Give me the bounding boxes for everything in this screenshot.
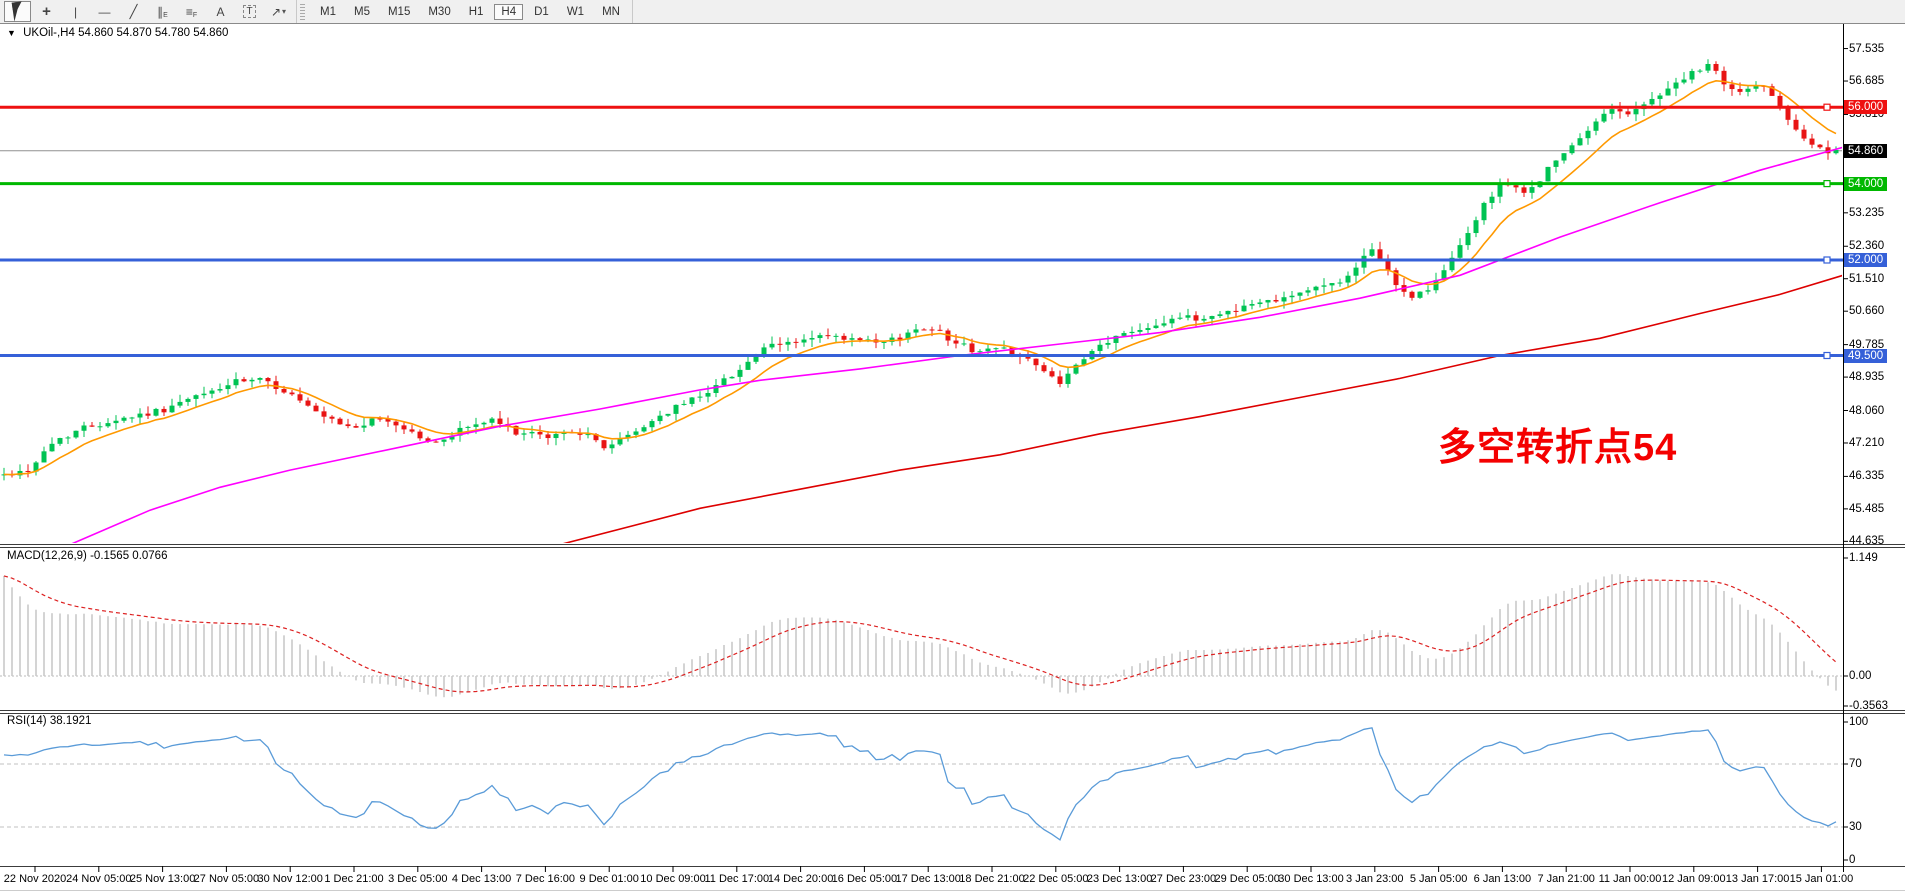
price-axis-label: 45.485 [1849, 503, 1884, 515]
date-axis-label: 9 Dec 01:00 [580, 873, 639, 885]
date-axis-label: 5 Jan 05:00 [1410, 873, 1468, 885]
date-axis-label: 27 Dec 23:00 [1151, 873, 1216, 885]
date-axis-label: 10 Dec 09:00 [640, 873, 705, 885]
rsi-value: 38.1921 [50, 715, 92, 727]
date-axis-label: 4 Dec 13:00 [452, 873, 511, 885]
rsi-axis-label: 70 [1849, 758, 1862, 770]
date-axis-label: 14 Dec 20:00 [768, 873, 833, 885]
macd-values: -0.1565 0.0766 [90, 550, 167, 562]
date-axis-label: 30 Dec 13:00 [1278, 873, 1343, 885]
price-axis-label: 44.635 [1849, 535, 1884, 547]
price-level-badge: 56.000 [1844, 100, 1887, 114]
macd-axis-label: -0.3563 [1849, 700, 1888, 712]
date-axis-label: 12 Jan 09:00 [1662, 873, 1726, 885]
price-axis-label: 47.210 [1849, 437, 1884, 449]
date-axis-label: 11 Dec 17:00 [704, 873, 769, 885]
price-axis-label: 52.360 [1849, 240, 1884, 252]
date-axis-label: 16 Dec 05:00 [832, 873, 897, 885]
price-level-badge: 52.000 [1844, 253, 1887, 267]
date-axis-label: 18 Dec 21:00 [959, 873, 1024, 885]
date-axis-label: 3 Dec 05:00 [388, 873, 447, 885]
chart-symbol-title: ▼ UKOil-,H4 54.860 54.870 54.780 54.860 [7, 27, 228, 39]
symbol-quotes: 54.860 54.870 54.780 54.860 [78, 27, 228, 39]
date-axis-label: 7 Jan 21:00 [1537, 873, 1595, 885]
trading-app-window: { "ui": { "toolbar": { "tools": [ {"name… [0, 0, 1905, 894]
date-axis-label: 7 Dec 16:00 [516, 873, 575, 885]
chart-text-annotation: 多空转折点54 [1438, 416, 1677, 471]
date-axis-label: 29 Dec 05:00 [1214, 873, 1279, 885]
rsi-indicator-label: RSI(14) 38.1921 [7, 715, 91, 727]
price-axis-label: 56.685 [1849, 75, 1884, 87]
date-axis-label: 13 Jan 17:00 [1726, 873, 1790, 885]
date-axis-label: 25 Nov 13:00 [130, 873, 195, 885]
date-axis-label: 3 Jan 23:00 [1346, 873, 1404, 885]
date-axis-label: 1 Dec 21:00 [324, 873, 383, 885]
symbol-name: UKOil-,H4 [23, 27, 75, 39]
price-level-badge: 49.500 [1844, 349, 1887, 363]
rsi-axis-label: 100 [1849, 716, 1868, 728]
macd-indicator-label: MACD(12,26,9) -0.1565 0.0766 [7, 550, 167, 562]
price-axis-label: 46.335 [1849, 470, 1884, 482]
rsi-axis-label: 30 [1849, 821, 1862, 833]
macd-axis-label: 1.149 [1849, 552, 1878, 564]
macd-name: MACD(12,26,9) [7, 550, 87, 562]
price-axis-label: 51.510 [1849, 273, 1884, 285]
price-axis-label: 48.060 [1849, 405, 1884, 417]
date-axis-label: 22 Nov 2020 [4, 873, 66, 885]
date-axis-label: 22 Dec 05:00 [1023, 873, 1088, 885]
date-axis-label: 30 Nov 12:00 [257, 873, 322, 885]
price-axis-label: 57.535 [1849, 43, 1884, 55]
price-axis-label: 48.935 [1849, 371, 1884, 383]
date-axis-label: 11 Jan 00:00 [1599, 873, 1662, 885]
date-axis-label: 17 Dec 13:00 [895, 873, 960, 885]
current-price-badge: 54.860 [1844, 144, 1887, 158]
price-axis-label: 50.660 [1849, 305, 1884, 317]
price-level-badge: 54.000 [1844, 177, 1887, 191]
date-axis-label: 24 Nov 05:00 [66, 873, 131, 885]
chevron-down-icon[interactable]: ▼ [7, 28, 16, 38]
date-axis-label: 23 Dec 13:00 [1087, 873, 1152, 885]
price-axis-label: 53.235 [1849, 207, 1884, 219]
rsi-name: RSI(14) [7, 715, 47, 727]
date-axis-label: 15 Jan 01:00 [1790, 873, 1854, 885]
rsi-axis-label: 0 [1849, 854, 1855, 866]
macd-axis-label: 0.00 [1849, 670, 1871, 682]
date-axis-label: 6 Jan 13:00 [1474, 873, 1532, 885]
date-axis-label: 27 Nov 05:00 [194, 873, 259, 885]
